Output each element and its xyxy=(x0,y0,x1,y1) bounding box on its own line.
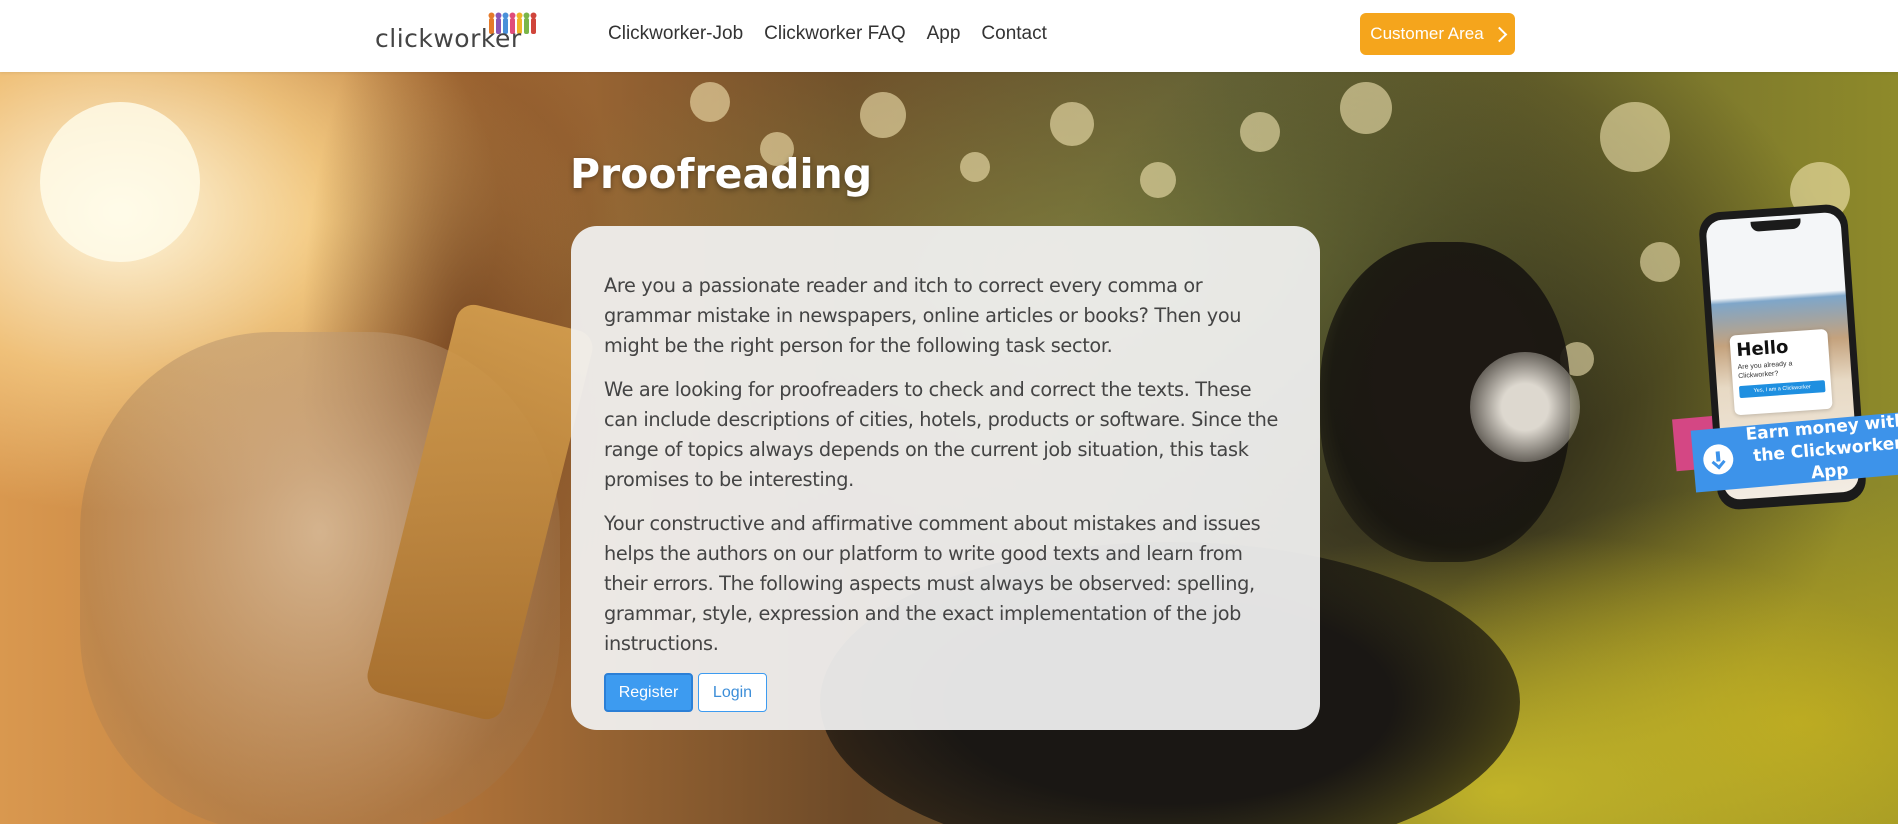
phone-yes-button: Yes, I am a Clickworker xyxy=(1738,380,1826,399)
chevron-right-icon xyxy=(1491,26,1507,42)
nav-app[interactable]: App xyxy=(927,23,961,45)
description-paragraph: We are looking for proofreaders to check… xyxy=(604,378,1279,491)
register-button[interactable]: Register xyxy=(604,673,693,712)
intro-paragraph: Are you a passionate reader and itch to … xyxy=(604,274,1242,357)
phone-welcome-card: Hello Are you already a Clickworker? Yes… xyxy=(1729,328,1833,416)
customer-area-button[interactable]: Customer Area xyxy=(1360,13,1515,55)
nav-clickworker-faq[interactable]: Clickworker FAQ xyxy=(764,23,905,45)
nav-contact[interactable]: Contact xyxy=(981,23,1046,45)
phone-question-text: Are you already a Clickworker? xyxy=(1737,360,1793,381)
clickworker-logo[interactable]: clickworker xyxy=(375,10,545,53)
requirements-paragraph: Your constructive and affirmative commen… xyxy=(604,512,1261,655)
auth-buttons: Register Login xyxy=(604,673,1288,712)
customer-area-label: Customer Area xyxy=(1370,24,1484,43)
page-title: Proofreading xyxy=(570,150,873,198)
site-header: clickworker Clickworker-Job Clickworker … xyxy=(0,0,1898,72)
app-banner-text: Earn money with the Clickworker App xyxy=(1740,410,1898,491)
content-card: Are you a passionate reader and itch to … xyxy=(571,226,1320,730)
login-button[interactable]: Login xyxy=(698,673,767,712)
phone-notch xyxy=(1750,218,1802,232)
nav-clickworker-job[interactable]: Clickworker-Job xyxy=(608,23,743,45)
download-icon xyxy=(1702,443,1735,476)
logo-text: clickworker xyxy=(375,24,522,53)
main-nav: Clickworker-Job Clickworker FAQ App Cont… xyxy=(608,23,1068,45)
